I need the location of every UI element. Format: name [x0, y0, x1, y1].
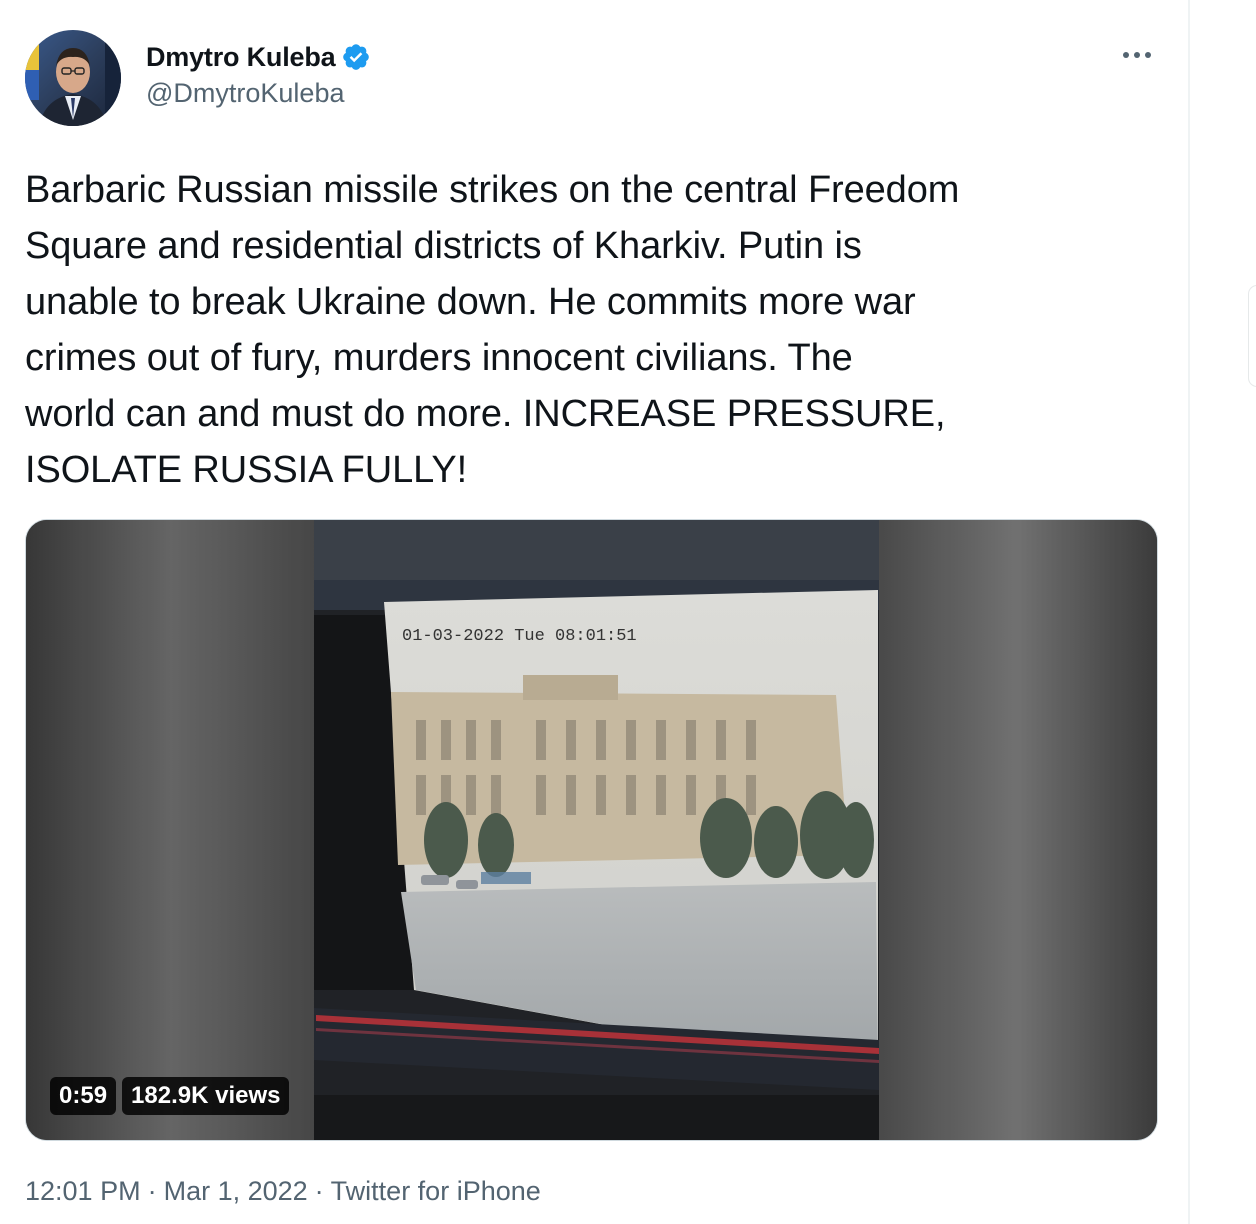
- verified-badge-icon: [341, 42, 371, 72]
- tweet-header: Dmytro Kuleba @DmytroKuleba: [25, 28, 1160, 128]
- avatar[interactable]: [25, 30, 121, 126]
- sidebar-panel-edge: [1248, 285, 1256, 387]
- tweet: Dmytro Kuleba @DmytroKuleba Barbaric Rus…: [25, 28, 1160, 1206]
- video-thumbnail: 01-03-2022 Tue 08:01:51: [26, 520, 1157, 1140]
- page: Dmytro Kuleba @DmytroKuleba Barbaric Rus…: [0, 0, 1256, 1224]
- video-player[interactable]: 01-03-2022 Tue 08:01:51 0:59 182.9K view…: [25, 519, 1158, 1141]
- meta-separator: ·: [147, 1176, 157, 1206]
- tweet-time[interactable]: 12:01 PM: [25, 1176, 141, 1206]
- author-display-name[interactable]: Dmytro Kuleba: [146, 42, 336, 73]
- column-divider: [1188, 0, 1190, 1224]
- tweet-text: Barbaric Russian missile strikes on the …: [25, 169, 960, 491]
- author-handle[interactable]: @DmytroKuleba: [146, 78, 371, 109]
- tweet-meta: 12:01 PM · Mar 1, 2022 · Twitter for iPhone: [25, 1176, 541, 1207]
- video-overlay-timestamp: 01-03-2022 Tue 08:01:51: [402, 627, 637, 646]
- video-duration: 0:59: [50, 1077, 117, 1115]
- tweet-source[interactable]: Twitter for iPhone: [331, 1176, 541, 1206]
- meta-separator-2: ·: [314, 1176, 324, 1206]
- author-name-row[interactable]: Dmytro Kuleba: [146, 40, 371, 74]
- video-view-count: 182.9K views: [122, 1077, 290, 1115]
- video-stats: 0:59 182.9K views: [50, 1077, 290, 1115]
- author-info: Dmytro Kuleba @DmytroKuleba: [146, 40, 371, 109]
- more-options-icon[interactable]: [1117, 40, 1161, 70]
- tweet-date[interactable]: Mar 1, 2022: [164, 1176, 308, 1206]
